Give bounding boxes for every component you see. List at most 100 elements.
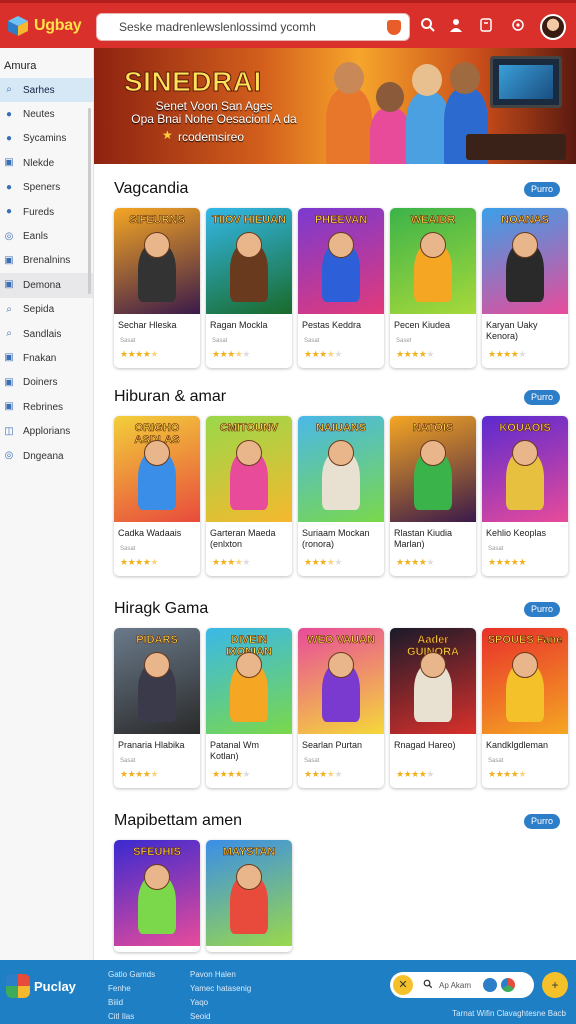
- game-card[interactable]: MAYSTAN: [206, 840, 292, 952]
- sidebar-item[interactable]: ● Speners: [0, 176, 93, 200]
- game-title[interactable]: Rlastan Kiudia Marlan): [390, 522, 476, 550]
- search-icon[interactable]: [418, 17, 438, 37]
- notifications-icon[interactable]: [476, 17, 496, 37]
- app-logo-icon[interactable]: [6, 974, 30, 998]
- game-subtitle: Sasat: [304, 338, 320, 344]
- sidebar-item[interactable]: ⌕ Sepida: [0, 298, 93, 322]
- game-card[interactable]: TIIOV HIEUAN Ragan Mockla Sasat ★★★★★: [206, 208, 292, 368]
- game-title[interactable]: Rnagad Hareo): [390, 734, 476, 762]
- game-card[interactable]: NOANAS Karyan Uaky Kenora) ★★★★★: [482, 208, 568, 368]
- colorwheel-icon[interactable]: [501, 978, 516, 992]
- star-icon: ★: [488, 769, 496, 779]
- user-profile-icon[interactable]: [446, 17, 466, 37]
- game-title[interactable]: Patanal Wm Kotlan): [206, 734, 292, 762]
- footer-search-input[interactable]: ✕ Ap Akam: [390, 972, 534, 998]
- sidebar-list: ⌕ Sarhes ● Neutes ● Sycamins ▣ Nlekde ● Speners ● F…: [0, 78, 93, 468]
- game-card[interactable]: KOUAOIS Kehlio Keoplas Sasat ★★★★★: [482, 416, 568, 576]
- sidebar-item[interactable]: ▣ Doiners: [0, 371, 93, 395]
- sidebar-item[interactable]: ▣ Nlekde: [0, 151, 93, 175]
- sidebar-item[interactable]: ● Neutes: [0, 102, 93, 126]
- game-title[interactable]: Karyan Uaky Kenora): [482, 314, 568, 342]
- game-thumbnail[interactable]: PHEEVAN: [298, 208, 384, 314]
- game-card[interactable]: SIFEURNS Sechar Hleska Sasat ★★★★★: [114, 208, 200, 368]
- game-thumbnail[interactable]: WEAIDR: [390, 208, 476, 314]
- game-art-title: CMITOUNV: [219, 422, 279, 435]
- game-character-head: [420, 440, 446, 466]
- close-icon[interactable]: ✕: [393, 975, 413, 995]
- sidebar-scrollbar[interactable]: [88, 108, 91, 294]
- sidebar-item[interactable]: ◎ Dngeana: [0, 444, 93, 468]
- sidebar-item[interactable]: ▣ Demona: [0, 273, 93, 298]
- dot-icon: ●: [5, 108, 13, 120]
- footer-link[interactable]: Citl Ilas: [108, 1010, 155, 1024]
- sidebar-item[interactable]: ▣ Fnakan: [0, 346, 93, 370]
- footer-link[interactable]: Seoid: [190, 1010, 251, 1024]
- sidebar-item[interactable]: ⌕ Sarhes: [0, 78, 93, 103]
- game-card[interactable]: SFEUHIS: [114, 840, 200, 952]
- banner-link[interactable]: rcodemsireo: [178, 130, 244, 144]
- game-card[interactable]: CMITOUNV Garteran Maeda (enlxton ★★★★★: [206, 416, 292, 576]
- game-card[interactable]: WEAIDR Pecen Kiudea Saset ★★★★★: [390, 208, 476, 368]
- logo[interactable]: Ugbay: [6, 14, 92, 38]
- footer-link[interactable]: Gatio Gamds: [108, 968, 155, 982]
- game-title[interactable]: Suriaam Mockan (ronora): [298, 522, 384, 550]
- game-thumbnail[interactable]: SFEUHIS: [114, 840, 200, 946]
- sidebar-item[interactable]: ● Fureds: [0, 200, 93, 224]
- shield-icon[interactable]: [387, 20, 401, 35]
- avatar[interactable]: [540, 14, 566, 40]
- footer-link[interactable]: Biiid: [108, 996, 155, 1010]
- game-thumbnail[interactable]: MAYSTAN: [206, 840, 292, 946]
- game-card[interactable]: PIDARS Pranaria Hlabika Sasat ★★★★★: [114, 628, 200, 788]
- game-thumbnail[interactable]: WEO VAUAN: [298, 628, 384, 734]
- game-character-head: [236, 440, 262, 466]
- see-more-button[interactable]: Purro: [524, 390, 560, 405]
- game-thumbnail[interactable]: NATOIS: [390, 416, 476, 522]
- game-thumbnail[interactable]: ORIGHO ASDLAS: [114, 416, 200, 522]
- game-thumbnail[interactable]: PIDARS: [114, 628, 200, 734]
- add-button[interactable]: +: [542, 972, 568, 998]
- globe-icon[interactable]: [483, 978, 498, 992]
- see-more-button[interactable]: Purro: [524, 602, 560, 617]
- game-art-title: SFEUHIS: [133, 846, 181, 859]
- game-card[interactable]: DIVEIN IXONIANPatanal Wm Kotlan)★★★★★: [206, 628, 292, 788]
- sidebar-item[interactable]: ◎ Eanls: [0, 224, 93, 248]
- game-card[interactable]: Aader GUINORARnagad Hareo)★★★★★: [390, 628, 476, 788]
- hero-banner[interactable]: SINEDRAI Senet Voon San Ages Opa Bnai No…: [94, 48, 576, 164]
- star-icon: ★: [162, 128, 173, 142]
- game-card[interactable]: SPOUES Fane Kandklgdleman Sasat ★★★★★: [482, 628, 568, 788]
- circle-icon: ◎: [4, 450, 14, 462]
- footer-link[interactable]: Yaqo: [190, 996, 251, 1010]
- sidebar-item[interactable]: ▣ Rebrines: [0, 395, 93, 419]
- sidebar-item[interactable]: ◫ Applorians: [0, 419, 93, 443]
- sidebar-item[interactable]: ⌕ Sandlais: [0, 322, 93, 346]
- game-thumbnail[interactable]: KOUAOIS: [482, 416, 568, 522]
- search-input[interactable]: Seske madrenlewslenlossimd ycomh: [96, 13, 410, 41]
- game-title[interactable]: Garteran Maeda (enlxton: [206, 522, 292, 550]
- sidebar-item[interactable]: ● Sycamins: [0, 127, 93, 151]
- game-thumbnail[interactable]: NAIUANS: [298, 416, 384, 522]
- game-thumbnail[interactable]: Aader GUINORA: [390, 628, 476, 734]
- game-thumbnail[interactable]: SIFEURNS: [114, 208, 200, 314]
- settings-icon[interactable]: [508, 17, 528, 37]
- game-thumbnail[interactable]: NOANAS: [482, 208, 568, 314]
- game-thumbnail[interactable]: DIVEIN IXONIAN: [206, 628, 292, 734]
- footer-app-name[interactable]: Puclay: [34, 979, 76, 994]
- game-card[interactable]: NATOIS Rlastan Kiudia Marlan) ★★★★★: [390, 416, 476, 576]
- footer: Puclay Gatio Gamds Fenhe Biiid Citl Ilas…: [0, 960, 576, 1024]
- star-icon: ★: [503, 769, 511, 779]
- footer-link[interactable]: Yamec hatasenig: [190, 982, 251, 996]
- game-thumbnail[interactable]: CMITOUNV: [206, 416, 292, 522]
- game-thumbnail[interactable]: SPOUES Fane: [482, 628, 568, 734]
- game-card[interactable]: ORIGHO ASDLASCadka WadaaisSasat★★★★★: [114, 416, 200, 576]
- see-more-button[interactable]: Purro: [524, 814, 560, 829]
- footer-link[interactable]: Fenhe: [108, 982, 155, 996]
- sidebar-item[interactable]: ▣ Brenalnins: [0, 249, 93, 273]
- star-icon: ★: [426, 769, 434, 779]
- game-thumbnail[interactable]: TIIOV HIEUAN: [206, 208, 292, 314]
- game-card[interactable]: PHEEVAN Pestas Keddra Sasat ★★★★★: [298, 208, 384, 368]
- game-card[interactable]: WEO VAUAN Searlan Purtan Sasat ★★★★★: [298, 628, 384, 788]
- game-card[interactable]: NAIUANS Suriaam Mockan (ronora) ★★★★★: [298, 416, 384, 576]
- footer-link[interactable]: Pavon Halen: [190, 968, 251, 982]
- see-more-button[interactable]: Purro: [524, 182, 560, 197]
- dot-icon: ●: [5, 181, 13, 193]
